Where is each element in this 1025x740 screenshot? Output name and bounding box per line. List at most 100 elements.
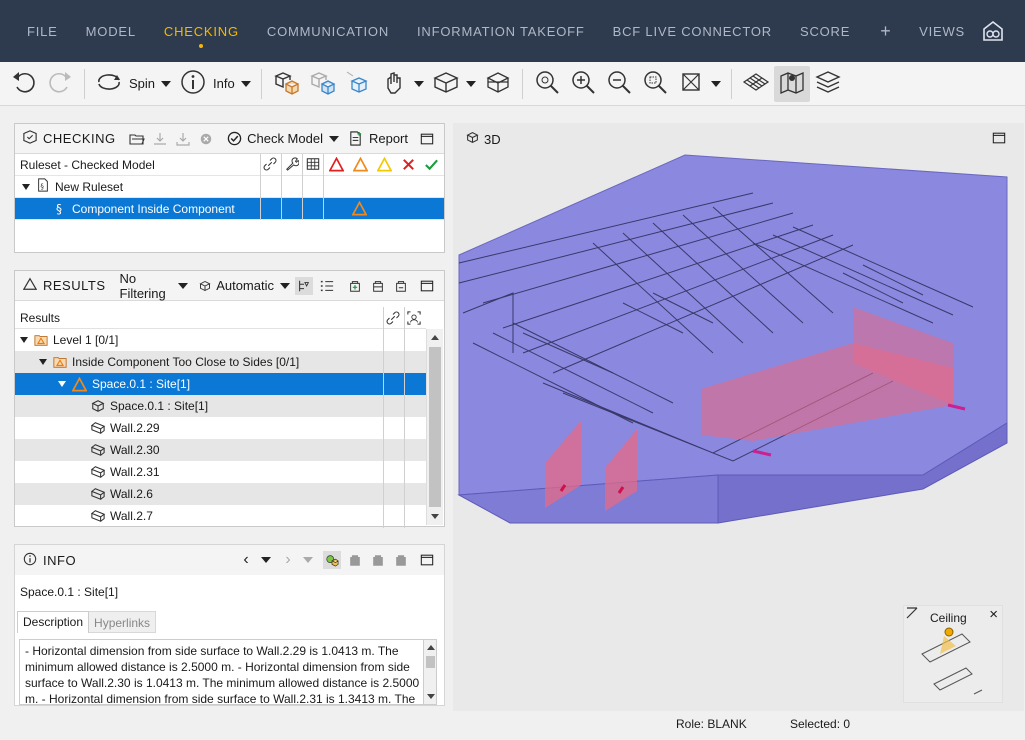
results-tree-row[interactable]: Inside Component Too Close to Sides [0/1… (15, 351, 426, 373)
results-tree-row[interactable]: Wall.2.31 (15, 461, 426, 483)
maximize-icon[interactable] (418, 277, 436, 295)
issue-bag-add-icon[interactable] (369, 551, 387, 569)
zoom-in-button[interactable] (565, 66, 601, 102)
ruleset-icon (23, 130, 37, 147)
results-tree-row[interactable]: Space.0.1 : Site[1] (15, 395, 426, 417)
scroll-up-icon[interactable] (431, 335, 439, 340)
group-tree-icon[interactable] (295, 276, 313, 295)
chevron-down-icon[interactable] (280, 282, 290, 289)
results-tree-row[interactable]: Wall.2.6 (15, 483, 426, 505)
chevron-down-icon[interactable] (303, 557, 313, 563)
rule-row-selected[interactable]: § Component Inside Component (15, 198, 444, 220)
expand-triangle-icon[interactable] (22, 183, 30, 190)
list-view-icon[interactable] (318, 277, 336, 295)
description-scrollbar[interactable] (423, 639, 437, 705)
scrollbar-thumb[interactable] (429, 347, 441, 507)
tab-description[interactable]: Description (17, 611, 90, 633)
redo-button[interactable] (42, 66, 78, 102)
issue-bag-remove-icon[interactable] (392, 551, 410, 569)
mode-dropdown[interactable]: Automatic (216, 278, 274, 293)
info-button[interactable]: Info (175, 66, 255, 102)
issue-bag-remove-icon[interactable] (392, 277, 410, 295)
scroll-up-icon[interactable] (427, 645, 435, 650)
chevron-down-icon[interactable] (161, 80, 172, 87)
menu-file[interactable]: FILE (27, 0, 58, 62)
chevron-left-icon[interactable]: ‹ (237, 551, 255, 569)
hide-button[interactable] (304, 66, 340, 102)
navcube-expand-icon[interactable] (906, 607, 918, 622)
add-tab-button[interactable]: + (880, 21, 891, 42)
save-download-icon[interactable] (174, 130, 192, 148)
maximize-icon[interactable] (418, 551, 436, 569)
menu-checking[interactable]: CHECKING (164, 0, 239, 62)
issue-bag-icon[interactable] (369, 277, 387, 295)
color-components-icon[interactable] (323, 551, 341, 569)
table-column-icon (306, 157, 320, 174)
chevron-down-icon[interactable] (413, 80, 424, 87)
filter-dropdown[interactable]: No Filtering (120, 271, 172, 301)
report-label[interactable]: Report (369, 131, 408, 146)
wall-icon (91, 421, 105, 435)
results-scrollbar[interactable] (426, 329, 443, 525)
scroll-down-icon[interactable] (427, 694, 435, 699)
chevron-down-icon[interactable] (177, 282, 188, 289)
undo-icon (10, 68, 38, 99)
link-column-icon (263, 157, 277, 174)
menu-communication[interactable]: COMMUNICATION (267, 0, 389, 62)
zoom-extents-button[interactable] (529, 66, 565, 102)
menu-bcf-live-connector[interactable]: BCF LIVE CONNECTOR (613, 0, 772, 62)
section-button[interactable] (480, 66, 516, 102)
scrollbar-thumb[interactable] (426, 656, 435, 668)
add-issue-icon[interactable] (346, 277, 364, 295)
results-tree-row[interactable]: Wall.2.29 (15, 417, 426, 439)
grid-button[interactable] (738, 66, 774, 102)
menu-information-takeoff[interactable]: INFORMATION TAKEOFF (417, 0, 585, 62)
menu-score[interactable]: SCORE (800, 0, 850, 62)
open-folder-icon[interactable] (128, 130, 146, 148)
download-icon[interactable] (151, 130, 169, 148)
3d-viewport[interactable]: 3D Ceiling × (453, 123, 1024, 711)
app-logo-icon[interactable] (981, 19, 1005, 43)
navigation-cube[interactable]: Ceiling × (903, 605, 1003, 703)
check-model-label[interactable]: Check Model (247, 131, 323, 146)
chevron-down-icon[interactable] (710, 80, 721, 87)
check-model-icon[interactable] (225, 130, 243, 148)
results-tree-row[interactable]: Level 1 [0/1] (15, 329, 426, 351)
transparency-button[interactable] (340, 66, 376, 102)
chevron-down-icon[interactable] (465, 80, 476, 87)
report-icon[interactable] (347, 130, 365, 148)
chevron-down-icon[interactable] (328, 135, 339, 142)
results-tree-row[interactable]: Space.0.1 : Site[1] (15, 373, 426, 395)
results-panel: RESULTS No Filtering Automatic Results L… (14, 270, 445, 528)
spin-button[interactable]: Spin (91, 66, 175, 102)
ruleset-table: Ruleset - Checked Model § New Ruleset § … (15, 154, 444, 220)
close-icon[interactable]: × (989, 606, 998, 623)
results-tree-row[interactable]: Wall.2.30 (15, 439, 426, 461)
undo-button[interactable] (6, 66, 42, 102)
expand-triangle-icon[interactable] (58, 381, 66, 387)
zoom-out-button[interactable] (601, 66, 637, 102)
expand-triangle-icon[interactable] (20, 337, 28, 343)
link-column-icon (386, 311, 400, 328)
menu-views[interactable]: VIEWS (919, 0, 965, 64)
scroll-down-icon[interactable] (431, 514, 439, 519)
description-textarea[interactable]: - Horizontal dimension from side surface… (19, 639, 427, 705)
clear-icon[interactable] (197, 130, 215, 148)
maximize-icon[interactable] (418, 130, 436, 148)
isolate-button[interactable] (268, 66, 304, 102)
expand-triangle-icon[interactable] (39, 359, 47, 365)
map-button[interactable] (773, 65, 810, 102)
menu-model[interactable]: MODEL (86, 0, 136, 62)
fit-view-button[interactable] (673, 66, 725, 102)
zoom-selected-button[interactable] (637, 66, 673, 102)
chevron-down-icon[interactable] (240, 80, 251, 87)
results-tree-row[interactable]: Wall.2.7 (15, 505, 426, 527)
tab-hyperlinks[interactable]: Hyperlinks (89, 611, 157, 633)
box-button[interactable] (428, 66, 480, 102)
issue-bag-icon[interactable] (346, 551, 364, 569)
layers-button[interactable] (810, 66, 846, 102)
ghost-button[interactable] (376, 66, 428, 102)
ruleset-tree-row[interactable]: § New Ruleset (15, 176, 444, 198)
chevron-down-icon[interactable] (261, 557, 271, 563)
chevron-right-icon[interactable]: › (279, 551, 297, 569)
